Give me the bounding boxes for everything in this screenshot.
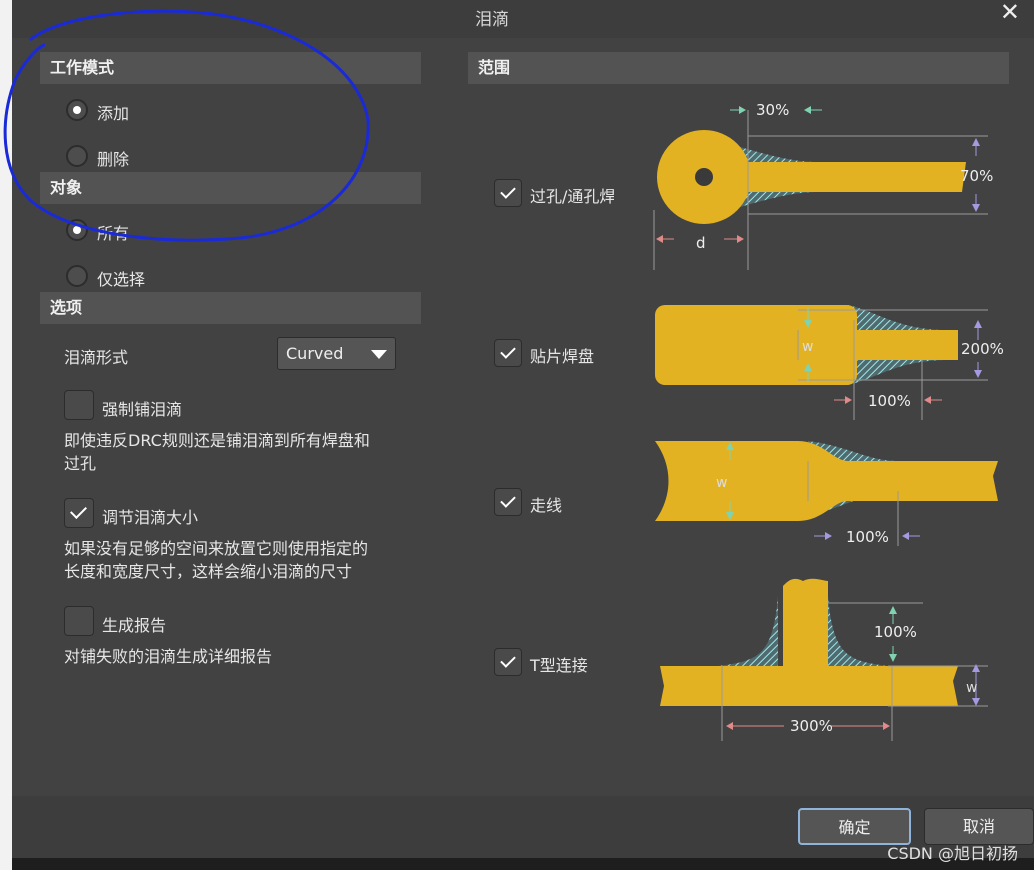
track-w-label: w [716, 475, 727, 491]
chevron-down-icon [371, 350, 387, 359]
adjust-size-desc-1: 如果没有足够的空间来放置它则使用指定的 [64, 539, 369, 558]
options-section-header: 选项 [40, 292, 421, 324]
generate-report-checkbox[interactable] [64, 606, 94, 636]
close-icon[interactable]: ✕ [1000, 0, 1020, 26]
via-top-pct: 30% [756, 101, 789, 119]
tjunction-bottom-pct: 300% [790, 717, 833, 735]
teardrops-dialog: 泪滴 ✕ 工作模式 添加 删除 对象 所有 仅选择 选项 泪滴形式 Curved… [12, 0, 1034, 858]
force-teardrops-label[interactable]: 强制铺泪滴 [102, 396, 182, 420]
adjust-size-label[interactable]: 调节泪滴大小 [102, 504, 198, 528]
mode-add-label[interactable]: 添加 [97, 100, 129, 124]
mode-add-radio[interactable] [66, 99, 88, 121]
mode-remove-radio[interactable] [66, 145, 88, 167]
smd-teardrop-illustration: w 200% 100% [655, 305, 1004, 420]
style-dropdown[interactable]: Curved [277, 337, 396, 370]
adjust-size-checkbox[interactable] [64, 498, 94, 528]
scope-smd-checkbox[interactable] [494, 339, 522, 367]
scope-via-checkbox[interactable] [494, 179, 522, 207]
tjunction-teardrop-illustration: 100% w 300% [660, 578, 988, 741]
force-teardrops-desc-2: 过孔 [64, 454, 97, 473]
dialog-footer: 确定 取消 [12, 796, 1034, 858]
dialog-title: 泪滴 [475, 10, 509, 30]
via-teardrop-illustration: 30% 70% d [653, 101, 993, 270]
object-all-radio[interactable] [66, 219, 88, 241]
mode-section-header: 工作模式 [40, 52, 421, 84]
object-selected-label[interactable]: 仅选择 [97, 266, 145, 290]
force-teardrops-desc-1: 即使违反DRC规则还是铺泪滴到所有焊盘和 [64, 431, 370, 450]
adjust-size-desc-2: 长度和宽度尺寸，这样会缩小泪滴的尺寸 [64, 562, 353, 581]
smd-bottom-pct: 100% [868, 392, 911, 410]
style-dropdown-value: Curved [286, 344, 344, 363]
watermark: CSDN @旭日初扬 [887, 844, 1018, 863]
generate-report-label[interactable]: 生成报告 [102, 612, 166, 636]
via-d-label: d [696, 234, 706, 252]
generate-report-desc: 对铺失败的泪滴生成详细报告 [64, 647, 273, 666]
object-selected-radio[interactable] [66, 265, 88, 287]
dialog-content: 工作模式 添加 删除 对象 所有 仅选择 选项 泪滴形式 Curved 强制铺泪… [12, 38, 1034, 796]
scope-section-header: 范围 [468, 52, 1009, 84]
tjunction-side-pct: 100% [874, 623, 917, 641]
scope-track-checkbox[interactable] [494, 488, 522, 516]
title-bar: 泪滴 ✕ [12, 0, 1034, 36]
via-side-pct: 70% [960, 167, 993, 185]
scope-via-label[interactable]: 过孔/通孔焊 [530, 183, 614, 207]
smd-w-label: w [802, 339, 813, 355]
smd-side-pct: 200% [961, 340, 1004, 358]
style-label: 泪滴形式 [64, 348, 129, 367]
track-teardrop-illustration: w 100% [655, 441, 998, 546]
taskbar-strip [12, 858, 1034, 870]
scope-tjunction-label[interactable]: T型连接 [530, 652, 588, 676]
track-bottom-pct: 100% [846, 528, 889, 546]
mode-remove-label[interactable]: 删除 [97, 146, 129, 170]
force-teardrops-checkbox[interactable] [64, 390, 94, 420]
tjunction-w-label: w [966, 680, 977, 696]
object-all-label[interactable]: 所有 [97, 220, 129, 244]
scope-smd-label[interactable]: 贴片焊盘 [530, 343, 594, 367]
scope-track-label[interactable]: 走线 [530, 492, 562, 516]
object-section-header: 对象 [40, 172, 421, 204]
scope-tjunction-checkbox[interactable] [494, 648, 522, 676]
